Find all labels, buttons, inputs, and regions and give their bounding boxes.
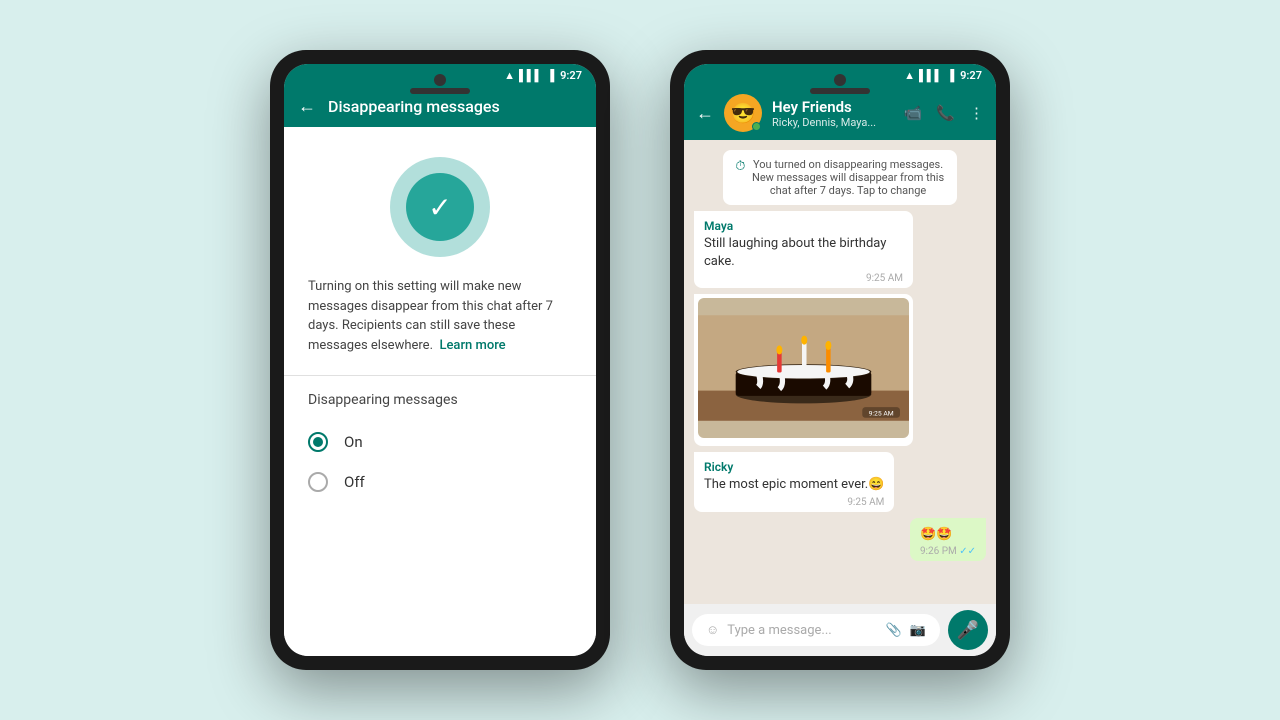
feature-icon-circle: ✓ bbox=[390, 157, 490, 257]
phone-2-screen: ▲ ▌▌▌ ▐ 9:27 ← 😎 Hey Friends Ricky, Denn… bbox=[684, 64, 996, 656]
bubble-sent: 🤩🤩 9:26 PM ✓✓ bbox=[910, 518, 986, 561]
back-button-2[interactable]: ← bbox=[696, 103, 714, 124]
back-button-1[interactable]: ← bbox=[298, 96, 316, 117]
system-msg-text: You turned on disappearing messages. New… bbox=[751, 158, 944, 197]
signal-icon: ▌▌▌ bbox=[519, 69, 542, 82]
chat-header-actions: 📹 📞 ⋮ bbox=[904, 104, 984, 122]
attach-icon[interactable]: 📎 bbox=[886, 623, 902, 638]
phone-2: ▲ ▌▌▌ ▐ 9:27 ← 😎 Hey Friends Ricky, Denn… bbox=[670, 50, 1010, 670]
group-name: Hey Friends bbox=[772, 98, 894, 116]
phone-camera-2 bbox=[834, 74, 846, 86]
appbar-title-1: Disappearing messages bbox=[328, 97, 582, 116]
read-ticks: ✓✓ bbox=[959, 546, 976, 557]
description-text: Turning on this setting will make new me… bbox=[308, 279, 553, 353]
radio-on-label: On bbox=[344, 433, 363, 451]
message-input[interactable]: ☺ Type a message... 📎 📷 bbox=[692, 614, 940, 646]
system-message[interactable]: ⏱ You turned on disappearing messages. N… bbox=[723, 150, 957, 205]
status-time-2: 9:27 bbox=[960, 69, 982, 82]
chat-input-bar: ☺ Type a message... 📎 📷 🎤 bbox=[684, 604, 996, 656]
phone-1-screen: ▲ ▌▌▌ ▐ 9:27 ← Disappearing messages ✓ bbox=[284, 64, 596, 656]
message-maya-image: 9:25 AM bbox=[694, 294, 913, 446]
sender-maya: Maya bbox=[704, 219, 903, 233]
bubble-maya-text: Maya Still laughing about the birthday c… bbox=[694, 211, 913, 288]
svg-text:9:25 AM: 9:25 AM bbox=[869, 410, 894, 418]
group-members: Ricky, Dennis, Maya... bbox=[772, 116, 894, 129]
signal-icon-2: ▌▌▌ bbox=[919, 69, 942, 82]
avatar-emoji: 😎 bbox=[731, 101, 756, 125]
battery-icon: ▐ bbox=[546, 69, 554, 82]
mic-button[interactable]: 🎤 bbox=[948, 610, 988, 650]
disappearing-messages-content: ✓ Turning on this setting will make new … bbox=[284, 127, 596, 656]
group-avatar: 😎 bbox=[724, 94, 762, 132]
chat-messages: ⏱ You turned on disappearing messages. N… bbox=[684, 140, 996, 604]
message-maya-text: Maya Still laughing about the birthday c… bbox=[694, 211, 913, 288]
ricky-time: 9:25 AM bbox=[704, 497, 884, 508]
radio-on-circle[interactable] bbox=[308, 432, 328, 452]
maya-text-time: 9:25 AM bbox=[704, 273, 903, 284]
camera-icon[interactable]: 📷 bbox=[910, 623, 926, 638]
phone-call-icon[interactable]: 📞 bbox=[936, 104, 955, 122]
emoji-icon[interactable]: ☺ bbox=[706, 622, 719, 638]
icon-section: ✓ bbox=[284, 127, 596, 277]
radio-on-option[interactable]: On bbox=[284, 422, 596, 462]
bubble-maya-image: 9:25 AM bbox=[694, 294, 913, 446]
phone-camera bbox=[434, 74, 446, 86]
signal-icons-1: ▲ ▌▌▌ ▐ bbox=[504, 69, 554, 82]
phone-speaker bbox=[410, 88, 470, 94]
wifi-icon-2: ▲ bbox=[904, 69, 915, 82]
maya-text: Still laughing about the birthday cake. bbox=[704, 235, 903, 271]
checkmark-icon: ✓ bbox=[406, 173, 474, 241]
bubble-ricky: Ricky The most epic moment ever.😄 9:25 A… bbox=[694, 452, 894, 511]
radio-off-circle[interactable] bbox=[308, 472, 328, 492]
disappearing-section-label: Disappearing messages bbox=[284, 392, 596, 422]
ricky-text: The most epic moment ever.😄 bbox=[704, 476, 884, 494]
signal-icons-2: ▲ ▌▌▌ ▐ bbox=[904, 69, 954, 82]
message-sent: 🤩🤩 9:26 PM ✓✓ bbox=[910, 518, 986, 561]
system-msg-icon: ⏱ bbox=[735, 159, 745, 174]
chat-header: ← 😎 Hey Friends Ricky, Dennis, Maya... 📹… bbox=[684, 86, 996, 140]
description-section: Turning on this setting will make new me… bbox=[284, 277, 596, 375]
birthday-cake-image: 9:25 AM bbox=[698, 298, 909, 438]
input-placeholder[interactable]: Type a message... bbox=[727, 623, 877, 638]
video-call-icon[interactable]: 📹 bbox=[904, 104, 923, 122]
sender-ricky: Ricky bbox=[704, 460, 884, 474]
battery-icon-2: ▐ bbox=[946, 69, 954, 82]
more-options-icon[interactable]: ⋮ bbox=[969, 104, 984, 122]
learn-more-link[interactable]: Learn more bbox=[439, 338, 505, 353]
cake-svg: 9:25 AM bbox=[698, 298, 909, 438]
divider-1 bbox=[284, 375, 596, 376]
mic-icon: 🎤 bbox=[957, 620, 979, 641]
wifi-icon: ▲ bbox=[504, 69, 515, 82]
message-ricky: Ricky The most epic moment ever.😄 9:25 A… bbox=[694, 452, 894, 511]
phone-1: ▲ ▌▌▌ ▐ 9:27 ← Disappearing messages ✓ bbox=[270, 50, 610, 670]
online-indicator bbox=[752, 122, 761, 131]
sent-text: 🤩🤩 bbox=[920, 526, 976, 544]
phone-speaker-2 bbox=[810, 88, 870, 94]
radio-off-option[interactable]: Off bbox=[284, 462, 596, 502]
sent-time: 9:26 PM ✓✓ bbox=[920, 546, 976, 557]
radio-off-label: Off bbox=[344, 473, 365, 491]
chat-header-info[interactable]: Hey Friends Ricky, Dennis, Maya... bbox=[772, 98, 894, 129]
status-time-1: 9:27 bbox=[560, 69, 582, 82]
